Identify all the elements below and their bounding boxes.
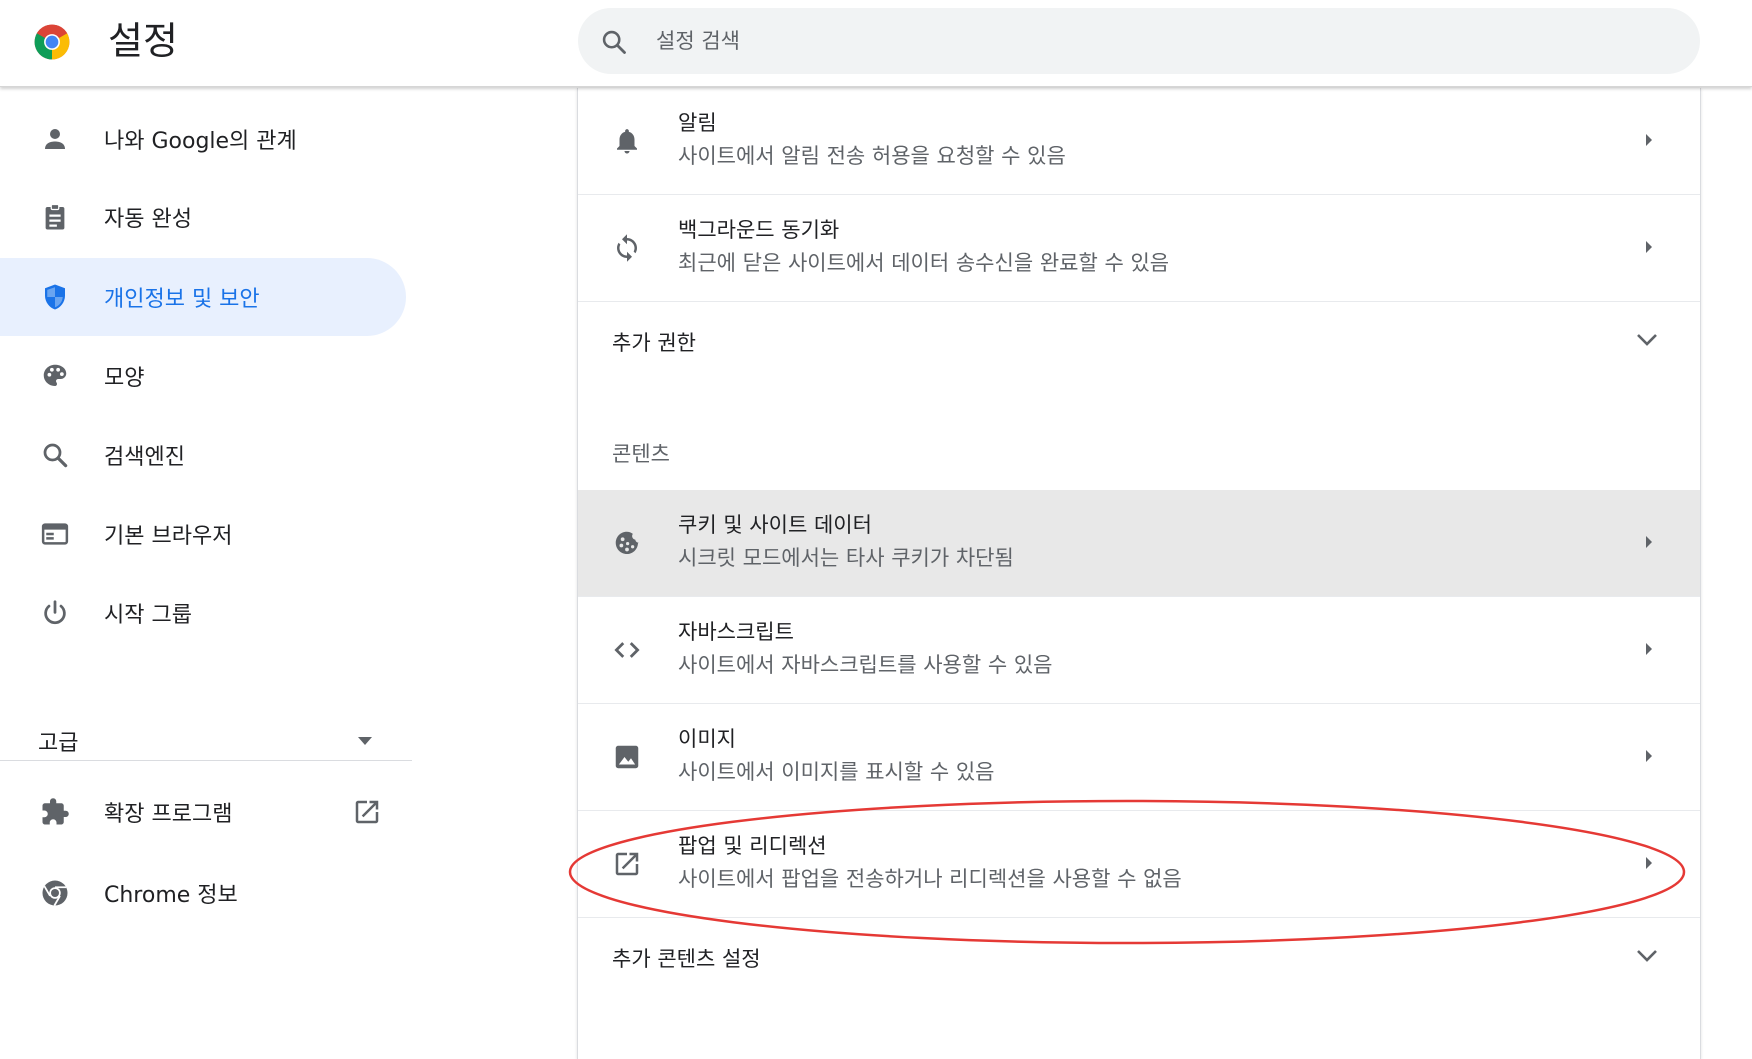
chrome-icon bbox=[42, 880, 68, 906]
arrow-right-icon bbox=[1646, 643, 1652, 655]
sidebar-advanced-label: 고급 bbox=[38, 731, 79, 756]
sidebar-item-label: 시작 그룹 bbox=[104, 603, 192, 628]
row-title: 이미지 bbox=[678, 727, 736, 751]
caret-down-icon bbox=[358, 737, 372, 745]
sidebar-divider bbox=[0, 760, 412, 761]
search-box[interactable] bbox=[578, 8, 1700, 74]
row-title: 추가 콘텐츠 설정 bbox=[612, 947, 761, 971]
sidebar-item-default-browser[interactable]: 기본 브라우저 bbox=[0, 495, 406, 573]
puzzle-piece-icon bbox=[42, 798, 69, 825]
bell-icon bbox=[617, 129, 637, 154]
arrow-right-icon bbox=[1646, 750, 1652, 762]
sidebar-item-about-chrome[interactable]: Chrome 정보 bbox=[0, 854, 406, 932]
settings-header: 설정 bbox=[0, 0, 1752, 87]
row-title: 추가 권한 bbox=[612, 331, 696, 355]
palette-icon bbox=[43, 364, 67, 386]
row-subtitle: 사이트에서 자바스크립트를 사용할 수 있음 bbox=[678, 653, 1053, 677]
sidebar-item-autofill[interactable]: 자동 완성 bbox=[0, 178, 406, 256]
arrow-right-icon bbox=[1646, 536, 1652, 548]
arrow-right-icon bbox=[1646, 857, 1652, 869]
background-sync-row[interactable]: 백그라운드 동기화 최근에 닫은 사이트에서 데이터 송수신을 완료할 수 있음 bbox=[578, 195, 1700, 302]
row-title: 백그라운드 동기화 bbox=[678, 218, 840, 242]
clipboard-icon bbox=[45, 203, 65, 230]
search-input[interactable] bbox=[654, 8, 1654, 74]
open-in-new-icon bbox=[615, 852, 639, 876]
sidebar-item-label: 확장 프로그램 bbox=[104, 802, 233, 827]
page-title: 설정 bbox=[108, 19, 178, 63]
sidebar-item-on-startup[interactable]: 시작 그룹 bbox=[0, 574, 406, 652]
row-title: 자바스크립트 bbox=[678, 620, 794, 644]
chevron-down-icon bbox=[1637, 950, 1657, 962]
sidebar-item-label: 개인정보 및 보안 bbox=[104, 287, 260, 312]
site-settings-panel: 알림 사이트에서 알림 전송 허용을 요청할 수 있음 백그라운드 동기화 최근… bbox=[577, 88, 1701, 1059]
sidebar-item-search-engine[interactable]: 검색엔진 bbox=[0, 416, 406, 494]
power-icon bbox=[44, 600, 66, 625]
sync-icon bbox=[617, 234, 637, 262]
person-icon bbox=[45, 129, 65, 149]
sidebar-item-label: 모양 bbox=[104, 366, 145, 391]
browser-window-icon bbox=[41, 523, 69, 545]
code-icon bbox=[614, 642, 640, 658]
row-subtitle: 사이트에서 알림 전송 허용을 요청할 수 있음 bbox=[678, 144, 1066, 168]
sidebar-advanced-toggle[interactable]: 고급 bbox=[0, 706, 406, 776]
sidebar-item-you-and-google[interactable]: 나와 Google의 관계 bbox=[0, 100, 406, 178]
sidebar-item-privacy-security[interactable]: 개인정보 및 보안 bbox=[0, 258, 406, 336]
row-subtitle: 사이트에서 이미지를 표시할 수 있음 bbox=[678, 760, 995, 784]
sidebar-item-label: 자동 완성 bbox=[104, 207, 192, 232]
sidebar-item-label: 검색엔진 bbox=[104, 445, 185, 470]
content-section-heading: 콘텐츠 bbox=[612, 442, 670, 466]
images-row[interactable]: 이미지 사이트에서 이미지를 표시할 수 있음 bbox=[578, 704, 1700, 811]
row-subtitle: 최근에 닫은 사이트에서 데이터 송수신을 완료할 수 있음 bbox=[678, 251, 1170, 275]
additional-permissions-toggle[interactable]: 추가 권한 bbox=[578, 303, 1700, 383]
row-title: 쿠키 및 사이트 데이터 bbox=[678, 513, 872, 537]
sidebar: 나와 Google의 관계 자동 완성 개인정보 및 보안 모양 검색엔진 기본… bbox=[0, 88, 412, 1059]
arrow-right-icon bbox=[1646, 241, 1652, 253]
search-icon bbox=[602, 30, 626, 54]
arrow-right-icon bbox=[1646, 134, 1652, 146]
notifications-row[interactable]: 알림 사이트에서 알림 전송 허용을 요청할 수 있음 bbox=[578, 88, 1700, 195]
search-icon bbox=[43, 443, 68, 468]
row-subtitle: 사이트에서 팝업을 전송하거나 리디렉션을 사용할 수 없음 bbox=[678, 867, 1182, 891]
row-title: 팝업 및 리디렉션 bbox=[678, 834, 827, 858]
cookie-icon bbox=[615, 531, 639, 554]
additional-content-settings-toggle[interactable]: 추가 콘텐츠 설정 bbox=[578, 919, 1700, 999]
sidebar-item-label: 나와 Google의 관계 bbox=[104, 129, 297, 154]
shield-icon bbox=[45, 284, 65, 310]
sidebar-item-appearance[interactable]: 모양 bbox=[0, 337, 406, 415]
javascript-row[interactable]: 자바스크립트 사이트에서 자바스크립트를 사용할 수 있음 bbox=[578, 597, 1700, 704]
cookies-row[interactable]: 쿠키 및 사이트 데이터 시크릿 모드에서는 타사 쿠키가 차단됨 bbox=[578, 490, 1700, 597]
sidebar-item-label: 기본 브라우저 bbox=[104, 524, 233, 549]
chrome-logo-icon bbox=[34, 24, 70, 60]
popups-redirects-row[interactable]: 팝업 및 리디렉션 사이트에서 팝업을 전송하거나 리디렉션을 사용할 수 없음 bbox=[578, 811, 1700, 918]
open-in-new-icon bbox=[355, 800, 379, 824]
image-icon bbox=[615, 745, 639, 769]
row-subtitle: 시크릿 모드에서는 타사 쿠키가 차단됨 bbox=[678, 546, 1014, 570]
row-title: 알림 bbox=[678, 111, 717, 135]
sidebar-item-label: Chrome 정보 bbox=[104, 883, 238, 908]
sidebar-item-extensions[interactable]: 확장 프로그램 bbox=[0, 773, 406, 851]
chevron-down-icon bbox=[1637, 334, 1657, 346]
